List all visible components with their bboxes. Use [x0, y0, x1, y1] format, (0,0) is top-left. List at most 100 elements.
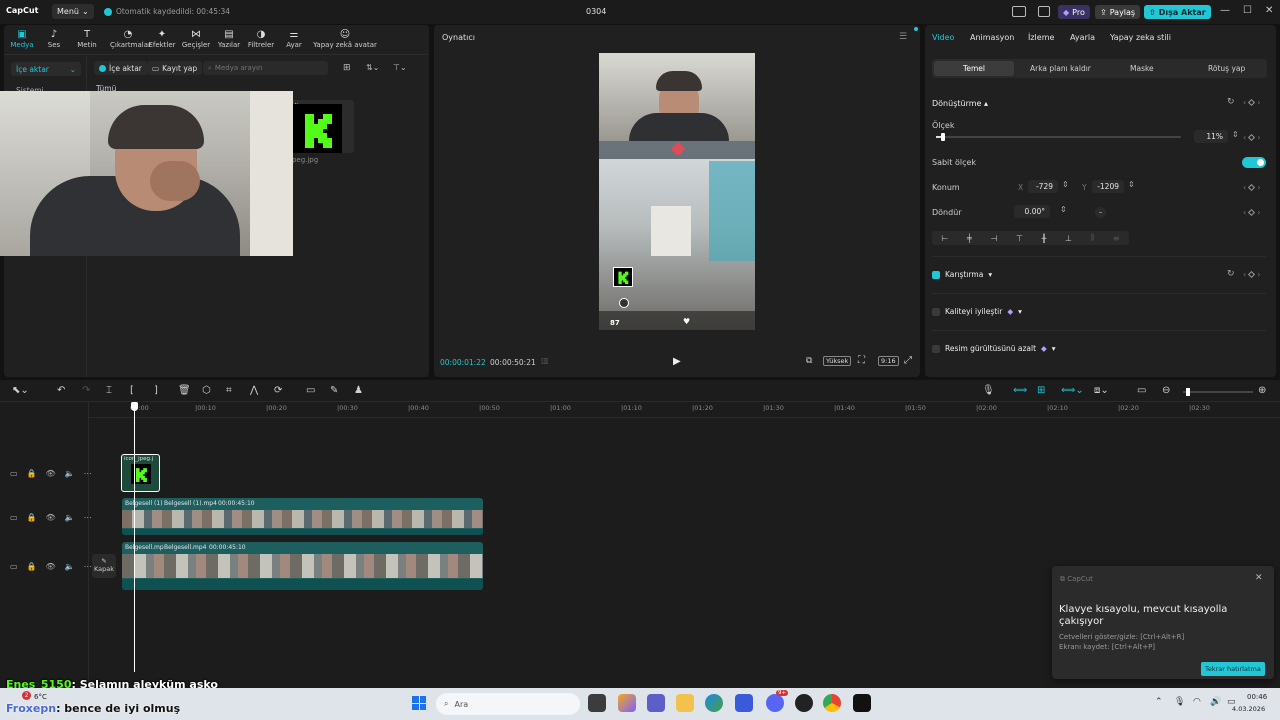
layout-icon[interactable]	[1012, 6, 1026, 17]
enhance-checkbox[interactable]	[932, 307, 940, 316]
position-x-field[interactable]: -729	[1028, 180, 1058, 193]
grid-view-icon[interactable]: ⊞	[343, 63, 351, 73]
blend-checkbox[interactable]	[932, 270, 940, 279]
split-right-icon[interactable]: ]	[154, 385, 158, 396]
player-menu-icon[interactable]: ☰	[899, 32, 907, 42]
toast-dismiss-button[interactable]: Tekrar hatırlatma	[1201, 662, 1265, 676]
link-icon[interactable]: ⟺⌄	[1061, 385, 1084, 396]
align-center-h-icon[interactable]: ╪	[967, 234, 972, 243]
denoise-row[interactable]: Resim gürültüsünü azalt ◆ ▾	[932, 344, 1056, 353]
tray-mic-icon[interactable]: 🎙	[1174, 697, 1185, 707]
preview-kick-logo[interactable]	[613, 267, 633, 287]
uniform-scale-toggle[interactable]	[1242, 157, 1266, 168]
rotate-dial-icon[interactable]: –	[1095, 207, 1106, 218]
play-icon[interactable]: ▶	[673, 356, 681, 367]
windows-start-icon[interactable]	[412, 696, 426, 710]
x-stepper-icon[interactable]: ⇕	[1062, 180, 1069, 189]
tab-video[interactable]: Video	[932, 33, 954, 42]
delete-icon[interactable]: 🗑	[178, 385, 191, 396]
tab-tracking[interactable]: İzleme	[1028, 33, 1054, 42]
store-icon[interactable]	[735, 694, 753, 712]
keyframe-control[interactable]: ‹ ›	[1243, 98, 1260, 107]
image-clip[interactable]: icon_jpeg.j	[121, 454, 160, 492]
rotate-handle-icon[interactable]	[619, 298, 629, 308]
preview-axis-icon[interactable]: ⧈⌄	[1094, 385, 1109, 396]
caption-icon[interactable]: ▭	[1137, 385, 1146, 396]
obs-icon[interactable]	[795, 694, 813, 712]
scale-stepper-icon[interactable]: ⇕	[1232, 130, 1239, 139]
y-stepper-icon[interactable]: ⇕	[1128, 180, 1135, 189]
eye-icon[interactable]: 👁	[46, 513, 56, 522]
wifi-icon[interactable]: ◠	[1193, 697, 1201, 707]
minimize-icon[interactable]: —	[1220, 5, 1230, 16]
rotate-stepper-icon[interactable]: ⇕	[1060, 205, 1067, 214]
lock-icon[interactable]: 🔒	[27, 513, 37, 522]
tab-captions[interactable]: ▤ Yazılar	[214, 29, 244, 49]
align-top-icon[interactable]: ⊤	[1016, 234, 1023, 243]
align-bottom-icon[interactable]: ⊥	[1065, 234, 1072, 243]
zoom-knob[interactable]	[1186, 388, 1190, 396]
tab-adjust-inspector[interactable]: Ayarla	[1070, 33, 1095, 42]
tab-adjust[interactable]: ⚌ Ayar	[279, 29, 309, 49]
mirror-icon[interactable]: ⋀	[250, 385, 258, 396]
media-thumbnail[interactable]: ndi	[284, 100, 354, 153]
select-tool-icon[interactable]: ⬉⌄	[12, 385, 29, 396]
speaker-icon[interactable]: 🔈	[65, 469, 75, 478]
crop-icon[interactable]: ⛶	[858, 355, 865, 366]
zoom-in-icon[interactable]: ⊕	[1258, 385, 1266, 396]
undo-icon[interactable]: ↶	[57, 385, 65, 396]
shortcut-icon[interactable]	[1038, 6, 1050, 17]
position-y-field[interactable]: -1209	[1092, 180, 1124, 193]
align-center-v-icon[interactable]: ╫	[1042, 234, 1047, 243]
scale-slider-knob[interactable]	[940, 133, 945, 141]
auto-snap-icon[interactable]: ⊞	[1037, 385, 1045, 396]
tab-ai-style[interactable]: Yapay zeka stili	[1110, 33, 1171, 42]
more-icon[interactable]: ⋯	[84, 513, 92, 522]
denoise-checkbox[interactable]	[932, 344, 940, 353]
magic-icon[interactable]: ✎	[330, 385, 338, 396]
tab-text[interactable]: T Metin	[72, 29, 102, 49]
file-explorer-icon[interactable]	[676, 694, 694, 712]
main-track-magnet-icon[interactable]: ⟺	[1013, 385, 1027, 396]
ratio-button[interactable]: 9:16	[878, 356, 899, 366]
video-clip-overlay[interactable]: Belgesell (1) Belgesell (1).mp4 00:00:45…	[122, 498, 483, 535]
volume-icon[interactable]: 🔊	[1210, 697, 1221, 707]
subtab-retouch[interactable]: Rötuş yap	[1208, 64, 1245, 73]
position-keyframe[interactable]: ‹ ›	[1243, 183, 1260, 192]
tab-ai-avatar[interactable]: ☺ Yapay zekâ avatar	[310, 29, 380, 49]
tab-filters[interactable]: ◑ Filtreler	[246, 29, 276, 49]
split-icon[interactable]: ⌶	[106, 385, 112, 396]
zoom-slider[interactable]	[1183, 388, 1253, 396]
tab-media[interactable]: ▣ Medya	[7, 29, 37, 49]
record-button[interactable]: ▭ Kayıt yap	[147, 61, 203, 75]
teams-icon[interactable]	[647, 694, 665, 712]
copilot-icon[interactable]	[618, 694, 636, 712]
playhead-handle[interactable]	[131, 402, 138, 411]
import-dropdown[interactable]: İçe aktar ⌄	[11, 62, 81, 76]
chrome-icon[interactable]	[823, 694, 841, 712]
freeze-icon[interactable]: ▭	[306, 385, 315, 396]
clock-time[interactable]: 00:46	[1247, 693, 1267, 701]
tray-chevron-icon[interactable]: ⌃	[1155, 697, 1163, 707]
speaker-icon[interactable]: 🔈	[65, 562, 75, 571]
scale-slider[interactable]	[936, 133, 1181, 141]
maximize-icon[interactable]: ☐	[1243, 5, 1252, 16]
subtab-basic[interactable]: Temel	[934, 61, 1014, 76]
rotate-keyframe[interactable]: ‹ ›	[1243, 208, 1260, 217]
enhance-row[interactable]: Kaliteyi iyileştir ◆ ▾	[932, 307, 1022, 316]
weather-temp[interactable]: 6°C	[34, 693, 47, 701]
rotate-field[interactable]: 0.00°	[1014, 205, 1050, 218]
sort-icon[interactable]: ⇅⌄	[366, 63, 379, 72]
tab-transitions[interactable]: ⋈ Geçişler	[181, 29, 211, 49]
timecode-icon[interactable]: ▥	[541, 356, 549, 365]
align-left-icon[interactable]: ⊢	[941, 234, 948, 243]
toast-close-icon[interactable]: ✕	[1255, 573, 1263, 583]
subtab-remove-bg[interactable]: Arka planı kaldır	[1030, 64, 1091, 73]
microphone-icon[interactable]: 🎙	[982, 385, 995, 396]
redo-icon[interactable]: ↷	[82, 385, 90, 396]
rotate-tool-icon[interactable]: ⟳	[274, 385, 282, 396]
tab-stickers[interactable]: ◔ Çıkartmalar	[110, 29, 151, 49]
media-search-input[interactable]	[214, 64, 315, 72]
task-view-icon[interactable]	[588, 694, 606, 712]
filter-sort-icon[interactable]: ⊤⌄	[393, 63, 407, 72]
